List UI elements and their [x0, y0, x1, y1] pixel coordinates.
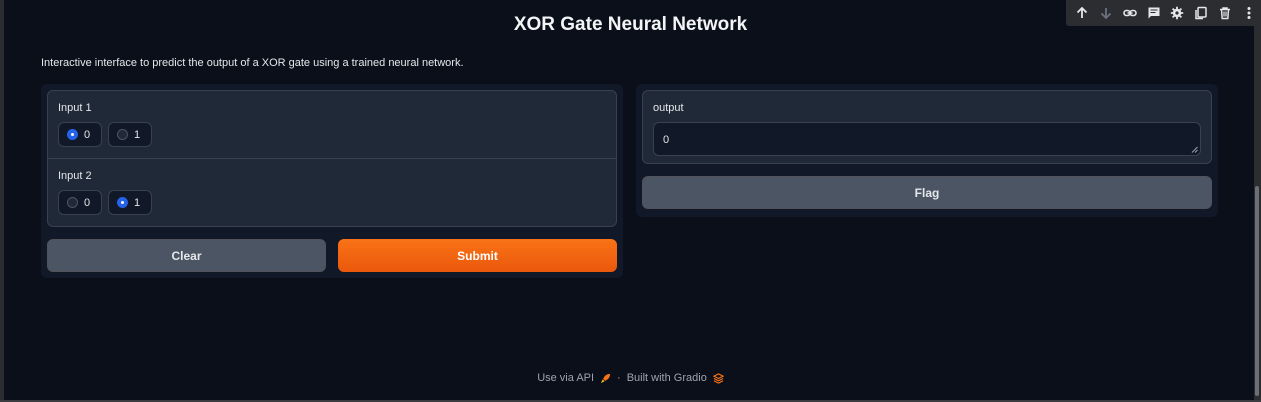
- option-label: 0: [84, 128, 91, 141]
- radio-group-input-1: Input 1 0 1: [48, 91, 616, 158]
- option-label: 1: [134, 196, 141, 209]
- use-via-api-link[interactable]: Use via API: [537, 372, 594, 384]
- radio-unchecked-icon[interactable]: [67, 197, 78, 208]
- input-panel: Input 1 0 1 Input 2 0 1 Clear Submit: [41, 84, 623, 278]
- output-label: output: [653, 102, 684, 114]
- scrollbar-thumb[interactable]: [1255, 186, 1259, 396]
- radio-group-input-2: Input 2 0 1: [48, 158, 616, 226]
- input-1-option-1[interactable]: 1: [108, 122, 152, 147]
- submit-button[interactable]: Submit: [338, 239, 617, 272]
- output-panel: output 0 Flag: [636, 84, 1218, 217]
- option-label: 0: [84, 196, 91, 209]
- radio-checked-icon[interactable]: [67, 129, 78, 140]
- footer-separator: ·: [617, 372, 621, 384]
- output-block: output 0: [642, 90, 1212, 164]
- input-1-label: Input 1: [58, 102, 92, 114]
- page-title: XOR Gate Neural Network: [513, 14, 748, 35]
- output-value: 0: [663, 134, 670, 146]
- rocket-icon: [600, 373, 611, 384]
- window-frame-left: [0, 0, 4, 402]
- input-2-option-1[interactable]: 1: [108, 190, 152, 215]
- input-1-option-0[interactable]: 0: [58, 122, 102, 147]
- scrollbar[interactable]: [1254, 0, 1261, 402]
- radio-checked-icon[interactable]: [117, 197, 128, 208]
- gradio-logo-icon: [712, 372, 724, 384]
- flag-button[interactable]: Flag: [642, 176, 1212, 209]
- input-2-option-0[interactable]: 0: [58, 190, 102, 215]
- input-2-label: Input 2: [58, 170, 92, 182]
- inputs-form: Input 1 0 1 Input 2 0 1: [47, 90, 617, 227]
- output-textbox[interactable]: 0: [653, 122, 1201, 156]
- resize-handle-icon[interactable]: [1191, 146, 1198, 153]
- radio-unchecked-icon[interactable]: [117, 129, 128, 140]
- option-label: 1: [134, 128, 141, 141]
- clear-button[interactable]: Clear: [47, 239, 326, 272]
- page-description: Interactive interface to predict the out…: [41, 57, 464, 69]
- footer: Use via API · Built with Gradio: [0, 372, 1261, 384]
- built-with-gradio-link[interactable]: Built with Gradio: [627, 372, 707, 384]
